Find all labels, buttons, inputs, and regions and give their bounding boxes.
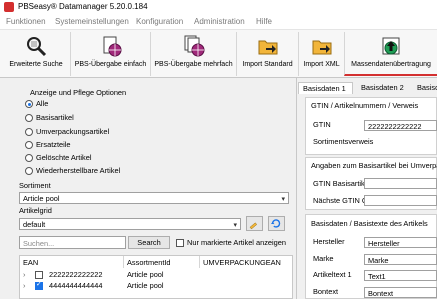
refresh-icon bbox=[270, 219, 281, 228]
menu-hilfe[interactable]: Hilfe bbox=[256, 17, 272, 26]
article-grid: EAN AssortmentId UMVERPACKUNGEAN › 22222… bbox=[19, 255, 293, 299]
pbs-uebergabe-einfach-button[interactable]: PBS-Übergabe einfach bbox=[70, 32, 150, 76]
menu-systemeinstellungen[interactable]: Systemeinstellungen bbox=[55, 17, 129, 26]
sortimentsverweis-label: Sortimentsverweis bbox=[313, 137, 374, 146]
globe-icon bbox=[103, 36, 121, 57]
search-button[interactable]: Search bbox=[128, 236, 170, 249]
options-group-title: Anzeige und Pflege Optionen bbox=[30, 88, 127, 97]
artikelgrid-label: Artikelgrid bbox=[19, 206, 52, 215]
radio-button[interactable] bbox=[25, 114, 33, 122]
app-logo-icon bbox=[4, 2, 14, 12]
toolbar: Erweiterte Suche PBS-Übergabe einfach PB… bbox=[0, 30, 437, 78]
magnifier-icon bbox=[27, 37, 47, 57]
chevron-down-icon: ▾ bbox=[281, 196, 285, 203]
hersteller-label: Hersteller bbox=[313, 237, 345, 246]
gtin-label: GTIN bbox=[313, 120, 331, 129]
import-xml-label: Import XML bbox=[303, 61, 340, 68]
menu-funktionen[interactable]: Funktionen bbox=[6, 17, 46, 26]
radio-geloeschte-artikel[interactable]: Gelöschte Artikel bbox=[25, 153, 225, 164]
folder-import-icon bbox=[258, 40, 277, 55]
naechste-gtin-input[interactable] bbox=[364, 195, 437, 206]
search-input[interactable]: Suchen... bbox=[19, 236, 126, 249]
table-row[interactable]: › 4444444444444 Article pool bbox=[20, 280, 292, 291]
gtin-basisartikel-input[interactable] bbox=[364, 178, 437, 189]
artikeltext-1-label: Artikeltext 1 bbox=[313, 270, 352, 279]
cell-umverpackung bbox=[200, 281, 292, 291]
tab-basisdaten-1[interactable]: Basisdaten 1 bbox=[298, 82, 353, 94]
tab-basisdaten-3[interactable]: Basisda bbox=[413, 82, 437, 94]
bontext-label: Bontext bbox=[313, 287, 339, 296]
radio-button[interactable] bbox=[25, 141, 33, 149]
pbs-uebergabe-einfach-label: PBS-Übergabe einfach bbox=[74, 61, 147, 68]
marke-label: Marke bbox=[313, 254, 334, 263]
row-checkbox[interactable] bbox=[35, 280, 43, 290]
radio-button[interactable] bbox=[25, 128, 33, 136]
menu-bar: Funktionen Systemeinstellungen Konfigura… bbox=[0, 14, 437, 30]
table-row[interactable]: › 2222222222222 Article pool bbox=[20, 270, 292, 280]
row-checkbox[interactable] bbox=[35, 271, 43, 279]
only-marked-checkbox[interactable] bbox=[176, 239, 184, 247]
chevron-right-icon[interactable]: › bbox=[20, 281, 32, 291]
massendatenuebertragung-label: Massendatenübertragung bbox=[351, 61, 431, 68]
column-header-umverpackungean[interactable]: UMVERPACKUNGEAN bbox=[200, 256, 292, 268]
folder-import-xml-icon bbox=[312, 40, 331, 55]
hersteller-input[interactable]: Hersteller bbox=[364, 237, 437, 248]
artikeltext-1-input[interactable]: Text1 bbox=[364, 270, 437, 281]
radio-wiederherstellbare-artikel[interactable]: Wiederherstellbare Artikel bbox=[25, 166, 225, 177]
radio-button[interactable] bbox=[25, 154, 33, 162]
chevron-down-icon: ▾ bbox=[233, 222, 237, 229]
window-title: PBSeasy® Datamanager 5.20.0.184 bbox=[18, 2, 148, 11]
cell-ean: 4444444444444 bbox=[49, 281, 103, 290]
pbs-uebergabe-mehrfach-button[interactable]: PBS-Übergabe mehrfach bbox=[150, 32, 236, 76]
globe-multi-icon bbox=[184, 35, 204, 57]
menu-konfiguration[interactable]: Konfiguration bbox=[136, 17, 183, 26]
chevron-right-icon[interactable]: › bbox=[20, 270, 32, 280]
only-marked-label: Nur markierte Artikel anzeigen bbox=[187, 238, 286, 247]
massendatenuebertragung-button[interactable]: Massendatenübertragung bbox=[344, 32, 437, 76]
erweiterte-suche-label: Erweiterte Suche bbox=[9, 61, 63, 68]
column-header-assortmentid[interactable]: AssortmentId bbox=[124, 256, 200, 268]
refresh-grid-button[interactable] bbox=[268, 216, 285, 231]
erweiterte-suche-button[interactable]: Erweiterte Suche bbox=[2, 32, 70, 76]
radio-basisartikel[interactable]: Basisartikel bbox=[25, 113, 225, 124]
gtin-basisartikel-label: GTIN Basisartikel bbox=[313, 179, 371, 188]
import-standard-label: Import Standard bbox=[242, 61, 293, 68]
radio-button[interactable] bbox=[25, 100, 33, 108]
import-xml-button[interactable]: Import XML bbox=[298, 32, 344, 76]
title-bar: PBSeasy® Datamanager 5.20.0.184 bbox=[0, 0, 437, 14]
column-header-ean[interactable]: EAN bbox=[20, 256, 124, 268]
radio-umverpackungsartikel[interactable]: Umverpackungsartikel bbox=[25, 127, 225, 138]
menu-administration[interactable]: Administration bbox=[194, 17, 245, 26]
artikelgrid-value: default bbox=[23, 220, 46, 229]
radio-button[interactable] bbox=[25, 167, 33, 175]
artikelgrid-select[interactable]: default ▾ bbox=[19, 218, 241, 230]
edit-grid-button[interactable] bbox=[246, 216, 263, 231]
gtin-input[interactable]: 2222222222222 bbox=[364, 120, 437, 131]
cell-ean: 2222222222222 bbox=[49, 270, 103, 279]
marke-input[interactable]: Marke bbox=[364, 254, 437, 265]
text-section-title: Basisdaten / Basistexte des Artikels bbox=[311, 219, 428, 228]
radio-alle[interactable]: Alle bbox=[25, 99, 225, 110]
tab-basisdaten-2[interactable]: Basisdaten 2 bbox=[357, 82, 411, 94]
mass-transfer-icon bbox=[382, 37, 400, 55]
radio-ersatzteile[interactable]: Ersatzteile bbox=[25, 140, 225, 151]
pbs-uebergabe-mehrfach-label: PBS-Übergabe mehrfach bbox=[154, 61, 233, 68]
sortiment-value: Article pool bbox=[23, 194, 60, 203]
cell-assortment: Article pool bbox=[127, 270, 164, 279]
bontext-input[interactable]: Bontext bbox=[364, 287, 437, 298]
base-article-section-title: Angaben zum Basisartikel bei Umverpack bbox=[311, 161, 437, 170]
cell-umverpackung bbox=[200, 270, 292, 280]
sortiment-label: Sortiment bbox=[19, 181, 51, 190]
sortiment-select[interactable]: Article pool ▾ bbox=[19, 192, 289, 204]
import-standard-button[interactable]: Import Standard bbox=[236, 32, 298, 76]
cell-assortment: Article pool bbox=[127, 281, 164, 290]
gtin-section-title: GTIN / Artikelnummern / Verweis bbox=[311, 101, 419, 110]
pencil-icon bbox=[249, 222, 258, 230]
